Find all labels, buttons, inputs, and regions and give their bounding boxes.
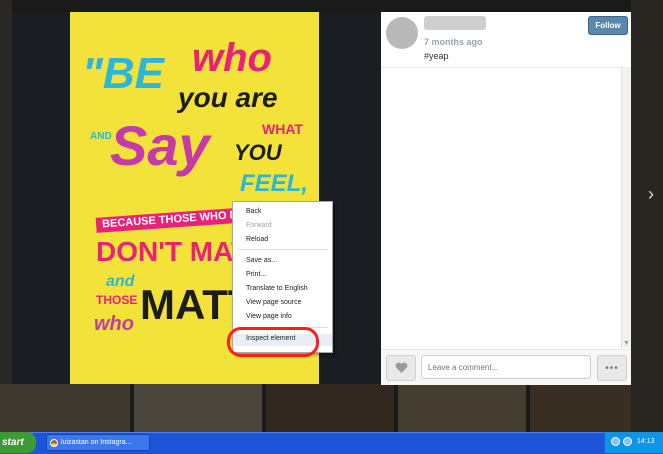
- taskbar-item-chrome[interactable]: luizastan on Instagra...: [46, 434, 150, 451]
- like-button[interactable]: [386, 355, 416, 381]
- poster-text: who: [192, 36, 272, 80]
- highlight-circle: [227, 327, 319, 357]
- menu-item-print[interactable]: Print...: [246, 271, 266, 278]
- poster-text: YOU: [234, 140, 282, 165]
- volume-icon[interactable]: [623, 437, 632, 446]
- menu-item-save-as[interactable]: Save as...: [246, 257, 277, 264]
- poster-text: THOSE: [96, 293, 138, 307]
- follow-button[interactable]: Follow: [588, 16, 628, 35]
- comments-scrollbar[interactable]: ▼: [621, 67, 631, 348]
- next-post-arrow-icon[interactable]: ›: [648, 184, 654, 205]
- post-caption: #yeap: [424, 51, 449, 61]
- scroll-down-icon[interactable]: ▼: [623, 340, 630, 347]
- menu-item-back[interactable]: Back: [246, 208, 262, 215]
- poster-text: who: [94, 313, 134, 335]
- avatar[interactable]: [386, 17, 418, 49]
- username-redacted[interactable]: [424, 16, 486, 30]
- heart-icon: [395, 362, 407, 373]
- menu-item-page-info[interactable]: View page info: [246, 313, 292, 320]
- clock: 14:13: [637, 438, 655, 445]
- poster-text: FEEL,: [240, 170, 309, 197]
- network-icon[interactable]: [611, 437, 620, 446]
- more-options-button[interactable]: •••: [597, 355, 627, 381]
- taskbar-item-label: luizastan on Instagra...: [61, 439, 132, 446]
- menu-item-forward: Forward: [246, 222, 272, 229]
- divider: [381, 67, 621, 68]
- menu-item-view-source[interactable]: View page source: [246, 299, 302, 306]
- post-timestamp: 7 months ago: [424, 37, 483, 47]
- poster-text: and: [106, 273, 135, 290]
- system-tray: 14:13: [604, 432, 663, 453]
- poster-text: WHAT: [262, 121, 303, 137]
- poster-text: AND: [90, 131, 112, 142]
- comment-input[interactable]: [421, 355, 591, 379]
- poster-text: you are: [178, 82, 278, 113]
- poster-text: "BE: [82, 49, 164, 98]
- poster-text: Say: [110, 114, 210, 177]
- menu-item-translate[interactable]: Translate to English: [246, 285, 308, 292]
- menu-separator: [237, 249, 328, 250]
- start-button[interactable]: start: [0, 432, 36, 453]
- chrome-icon: [50, 438, 58, 447]
- menu-item-reload[interactable]: Reload: [246, 236, 268, 243]
